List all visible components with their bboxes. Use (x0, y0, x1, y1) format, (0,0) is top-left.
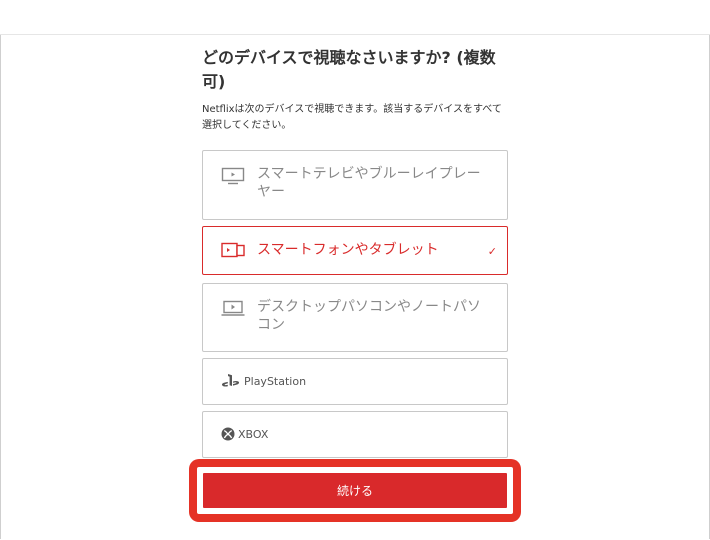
phone-tablet-icon (221, 242, 245, 262)
option-playstation[interactable]: PlayStation (202, 358, 508, 405)
continue-button[interactable]: 続ける (203, 473, 507, 508)
playstation-logo: PlayStation (221, 373, 306, 389)
xbox-icon (221, 427, 235, 441)
option-label: スマートテレビやブルーレイプレーヤー (257, 166, 481, 200)
xbox-logo: XBOX (221, 427, 268, 441)
laptop-icon (221, 300, 245, 320)
option-smart-tv[interactable]: スマートテレビやブルーレイプレーヤー (202, 150, 508, 220)
top-bar (0, 0, 710, 35)
option-desktop-laptop[interactable]: デスクトップパソコンやノートパソコン (202, 283, 508, 352)
option-smartphone-tablet[interactable]: スマートフォンやタブレット ✓ (202, 226, 508, 275)
page-title: どのデバイスで視聴なさいますか? (複数可) (202, 48, 496, 91)
playstation-icon (222, 374, 240, 387)
page-description: Netflixは次のデバイスで視聴できます。該当するデバイスをすべて選択してくだ… (202, 104, 502, 131)
option-label: デスクトップパソコンやノートパソコン (257, 299, 481, 333)
option-label: スマートフォンやタブレット (257, 242, 439, 258)
device-selection-header: どのデバイスで視聴なさいますか? (複数可) Netflixは次のデバイスで視聴… (202, 46, 508, 134)
check-icon: ✓ (487, 245, 497, 258)
tv-icon (221, 167, 245, 189)
option-label: PlayStation (244, 374, 307, 388)
option-label: XBOX (238, 427, 269, 441)
option-xbox[interactable]: XBOX (202, 411, 508, 458)
